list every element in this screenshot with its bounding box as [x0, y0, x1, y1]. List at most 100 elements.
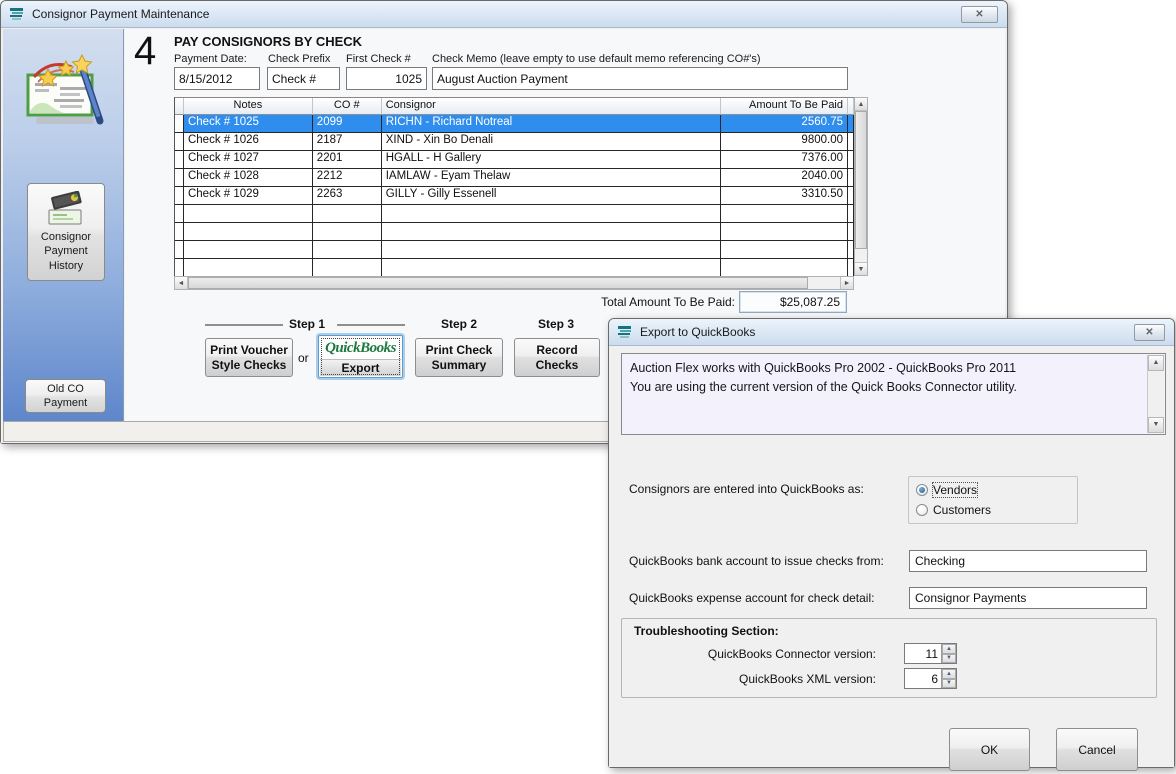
consignor-payment-history-button[interactable]: Consignor Payment History	[27, 183, 105, 281]
cell-notes: Check # 1027	[184, 151, 313, 169]
header-amount[interactable]: Amount To Be Paid	[721, 98, 848, 115]
record-checks-label-1: Record	[536, 343, 577, 358]
dialog-close-button[interactable]: ✕	[1134, 324, 1165, 341]
cancel-button[interactable]: Cancel	[1056, 728, 1138, 771]
infobox-scrollbar[interactable]: ▲ ▼	[1147, 355, 1164, 433]
spin-up-icon[interactable]: ▲	[942, 669, 956, 679]
bank-account-input[interactable]	[909, 550, 1147, 572]
print-summary-label-1: Print Check	[426, 343, 493, 358]
table-empty-row[interactable]	[175, 223, 854, 241]
xml-version-label: QuickBooks XML version:	[626, 672, 876, 686]
vendors-radio-option[interactable]: Vendors	[916, 483, 977, 497]
cell-notes: Check # 1026	[184, 133, 313, 151]
spin-down-icon[interactable]: ▼	[942, 654, 956, 664]
dialog-icon	[617, 324, 633, 340]
table-vertical-scrollbar[interactable]: ▲ ▼	[854, 97, 868, 276]
main-titlebar: Consignor Payment Maintenance ✕	[1, 1, 1007, 28]
cell-amount: 7376.00	[721, 151, 848, 169]
connector-spinner-arrows[interactable]: ▲ ▼	[941, 644, 956, 663]
table-horizontal-scrollbar[interactable]: ◄ ►	[174, 276, 854, 290]
customers-radio-button[interactable]	[916, 504, 928, 516]
scroll-right-icon[interactable]: ►	[840, 277, 853, 289]
print-voucher-checks-button[interactable]: Print Voucher Style Checks	[205, 338, 293, 377]
payment-date-input[interactable]	[174, 67, 260, 90]
table-empty-row[interactable]	[175, 205, 854, 223]
troubleshooting-groupbox: Troubleshooting Section: QuickBooks Conn…	[621, 618, 1157, 698]
consignor-table-body: Notes CO # Consignor Amount To Be Paid C…	[174, 97, 854, 276]
cell-amount: 9800.00	[721, 133, 848, 151]
cell-notes: Check # 1025	[184, 115, 313, 133]
main-window-title: Consignor Payment Maintenance	[32, 7, 209, 21]
connector-version-spinner[interactable]: ▲ ▼	[904, 643, 957, 664]
payment-date-label: Payment Date:	[174, 53, 247, 65]
table-empty-row[interactable]	[175, 241, 854, 259]
bank-account-label: QuickBooks bank account to issue checks …	[629, 554, 884, 568]
horizontal-scroll-thumb[interactable]	[188, 277, 808, 289]
vendors-radio-button[interactable]	[916, 484, 928, 496]
step1-line-left	[205, 324, 283, 326]
print-voucher-label-2: Style Checks	[212, 358, 287, 373]
table-row[interactable]: Check # 1027 2201 HGALL - H Gallery 7376…	[175, 151, 854, 169]
cell-notes: Check # 1029	[184, 187, 313, 205]
connector-version-label: QuickBooks Connector version:	[626, 647, 876, 661]
expense-account-input[interactable]	[909, 587, 1147, 609]
quickbooks-export-label: Export	[320, 359, 401, 376]
close-icon: ✕	[975, 9, 983, 20]
dialog-client: Auction Flex works with QuickBooks Pro 2…	[609, 346, 1174, 767]
cancel-button-label: Cancel	[1078, 743, 1115, 757]
vendors-radio-label: Vendors	[933, 483, 977, 497]
table-header-row: Notes CO # Consignor Amount To Be Paid	[175, 98, 854, 115]
export-to-quickbooks-dialog: Export to QuickBooks ✕ Auction Flex work…	[608, 318, 1175, 768]
xml-spinner-arrows[interactable]: ▲ ▼	[941, 669, 956, 688]
check-prefix-input[interactable]	[267, 67, 340, 90]
check-prefix-label: Check Prefix	[268, 53, 330, 65]
quickbooks-brand-label: QuickBooks	[320, 337, 401, 359]
customers-radio-label: Customers	[933, 503, 991, 517]
check-memo-input[interactable]	[432, 67, 848, 90]
header-co[interactable]: CO #	[313, 98, 382, 115]
checkbook-icon	[45, 191, 87, 227]
header-consignor[interactable]: Consignor	[382, 98, 721, 115]
main-close-button[interactable]: ✕	[961, 6, 998, 23]
consignor-table: Notes CO # Consignor Amount To Be Paid C…	[174, 97, 868, 290]
table-row[interactable]: Check # 1025 2099 RICHN - Richard Notrea…	[175, 115, 854, 133]
customers-radio-option[interactable]: Customers	[916, 503, 991, 517]
table-empty-row[interactable]	[175, 259, 854, 276]
history-button-label-2: Payment	[44, 244, 87, 258]
record-checks-button[interactable]: Record Checks	[514, 338, 600, 377]
spin-up-icon[interactable]: ▲	[942, 644, 956, 654]
ok-button[interactable]: OK	[949, 728, 1030, 771]
table-row[interactable]: Check # 1029 2263 GILLY - Gilly Essenell…	[175, 187, 854, 205]
print-check-summary-button[interactable]: Print Check Summary	[415, 338, 503, 377]
step-number: 4	[134, 29, 156, 74]
scroll-left-icon[interactable]: ◄	[175, 277, 188, 289]
cell-co: 2212	[313, 169, 382, 187]
consignor-type-radio-group: Vendors Customers	[908, 476, 1078, 524]
scroll-up-icon[interactable]: ▲	[855, 98, 867, 111]
step1-label: Step 1	[289, 317, 325, 331]
table-row[interactable]: Check # 1026 2187 XIND - Xin Bo Denali 9…	[175, 133, 854, 151]
cell-co: 2099	[313, 115, 382, 133]
quickbooks-export-button[interactable]: QuickBooks Export	[318, 335, 403, 378]
scroll-down-icon[interactable]: ▼	[1148, 417, 1164, 433]
dialog-title: Export to QuickBooks	[640, 325, 755, 339]
spin-down-icon[interactable]: ▼	[942, 679, 956, 689]
scroll-up-icon[interactable]: ▲	[1148, 355, 1164, 371]
table-row[interactable]: Check # 1028 2212 IAMLAW - Eyam Thelaw 2…	[175, 169, 854, 187]
connector-version-value[interactable]	[905, 644, 941, 663]
xml-version-spinner[interactable]: ▲ ▼	[904, 668, 957, 689]
vertical-scroll-thumb[interactable]	[855, 111, 867, 249]
old-co-payment-button[interactable]: Old CO Payment	[25, 379, 106, 413]
or-label: or	[298, 351, 309, 365]
step3-label: Step 3	[538, 317, 574, 331]
xml-version-value[interactable]	[905, 669, 941, 688]
cell-co: 2263	[313, 187, 382, 205]
first-check-input[interactable]	[346, 67, 427, 90]
scroll-down-icon[interactable]: ▼	[855, 262, 867, 275]
cell-consignor: RICHN - Richard Notreal	[382, 115, 721, 133]
cell-co: 2201	[313, 151, 382, 169]
step2-label: Step 2	[441, 317, 477, 331]
cell-amount: 3310.50	[721, 187, 848, 205]
header-notes[interactable]: Notes	[184, 98, 313, 115]
total-label: Total Amount To Be Paid:	[545, 295, 735, 309]
